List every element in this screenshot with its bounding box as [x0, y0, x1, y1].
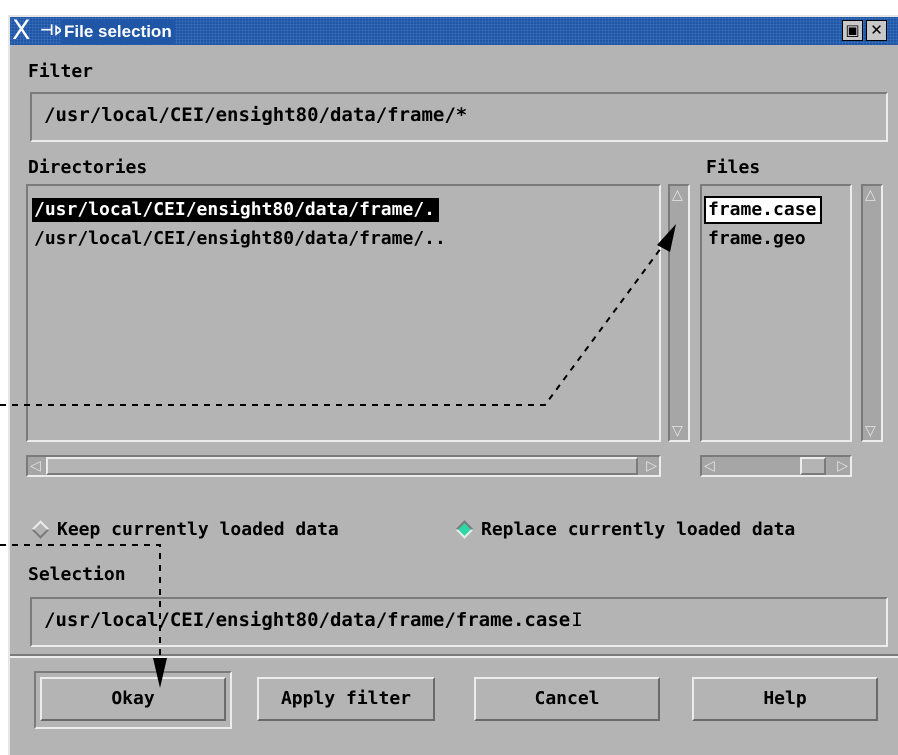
keep-loaded-data-label: Keep currently loaded data [57, 519, 339, 540]
file-item-geo[interactable]: frame.geo [706, 227, 810, 251]
radio-diamond-icon [31, 519, 50, 539]
apply-filter-button[interactable]: Apply filter [257, 677, 435, 721]
filter-label: Filter [28, 61, 94, 82]
directories-list[interactable]: /usr/local/CEI/ensight80/data/frame/. /u… [26, 184, 661, 442]
scrollbar-thumb[interactable] [46, 457, 638, 475]
okay-button[interactable]: Okay [40, 677, 226, 721]
selection-value: /usr/local/CEI/ensight80/data/frame/fram… [44, 609, 571, 631]
filter-input[interactable]: /usr/local/CEI/ensight80/data/frame/* [30, 92, 888, 142]
maximize-icon[interactable]: ▣ [842, 20, 863, 41]
title-bar[interactable]: X ⊣⋈ File selection ▣ ✕ [10, 17, 898, 45]
scroll-right-arrow-icon[interactable]: ▷ [646, 458, 657, 474]
selection-text: /usr/local/CEI/ensight80/data/frame/fram… [44, 609, 583, 631]
files-label: Files [706, 157, 761, 178]
files-horizontal-scrollbar[interactable]: ◁ ▷ [700, 455, 852, 477]
window-title: File selection [61, 20, 175, 44]
cancel-button[interactable]: Cancel [474, 677, 660, 721]
close-icon[interactable]: ✕ [866, 20, 887, 41]
scroll-up-arrow-icon[interactable]: △ [672, 187, 683, 203]
file-item-case[interactable]: frame.case [703, 196, 823, 224]
replace-loaded-data-label: Replace currently loaded data [481, 519, 796, 540]
scroll-down-arrow-icon[interactable]: ▽ [672, 423, 683, 439]
scroll-left-arrow-icon[interactable]: ◁ [30, 458, 41, 474]
radio-diamond-selected-icon [455, 519, 474, 539]
scroll-left-arrow-icon[interactable]: ◁ [704, 458, 715, 474]
scroll-right-arrow-icon[interactable]: ▷ [837, 458, 848, 474]
directories-vertical-scrollbar[interactable]: △ ▽ [668, 184, 690, 442]
window-menu-icon[interactable]: X [12, 17, 31, 44]
text-cursor-icon: I [571, 609, 583, 631]
replace-loaded-data-radio[interactable]: Replace currently loaded data [452, 518, 795, 542]
scroll-down-arrow-icon[interactable]: ▽ [865, 423, 876, 439]
help-button[interactable]: Help [692, 677, 878, 721]
files-vertical-scrollbar[interactable]: △ ▽ [861, 184, 883, 442]
selection-label: Selection [28, 564, 126, 585]
files-list[interactable]: frame.case frame.geo [700, 184, 852, 442]
scrollbar-thumb[interactable] [800, 457, 826, 475]
selection-input[interactable]: /usr/local/CEI/ensight80/data/frame/fram… [30, 597, 888, 647]
directories-label: Directories [28, 157, 148, 178]
filter-value: /usr/local/CEI/ensight80/data/frame/* [44, 104, 468, 126]
directories-horizontal-scrollbar[interactable]: ◁ ▷ [26, 455, 661, 477]
directory-item-current[interactable]: /usr/local/CEI/ensight80/data/frame/. [32, 198, 439, 222]
separator [10, 654, 898, 658]
file-selection-dialog: X ⊣⋈ File selection ▣ ✕ Filter /usr/loca… [8, 15, 898, 755]
scroll-up-arrow-icon[interactable]: △ [865, 187, 876, 203]
directory-item-parent[interactable]: /usr/local/CEI/ensight80/data/frame/.. [32, 227, 450, 251]
keep-loaded-data-radio[interactable]: Keep currently loaded data [28, 518, 339, 542]
